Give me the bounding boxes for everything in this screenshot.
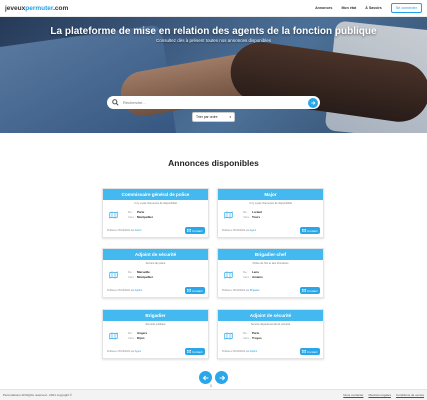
mail-icon — [187, 289, 192, 292]
listing-meta: Publiée le 05/10/2021 par Adjoint — [222, 350, 258, 353]
nav-link-annonces[interactable]: Annonces — [315, 6, 332, 10]
footer-link-contact[interactable]: Nous contacter — [343, 393, 363, 397]
contact-button[interactable]: Contact — [299, 287, 320, 294]
listing-to: Vers :Montpellier — [128, 215, 154, 219]
listing-subtitle: Service départemental de sécurité — [250, 323, 291, 326]
listing-to: Vers :Montpellier — [128, 275, 154, 279]
map-icon — [224, 271, 233, 279]
listing-meta: Publiée le 05/10/2021 par Admin — [107, 229, 142, 232]
listing-meta: Publiée le 05/10/2021 par Agent — [107, 350, 142, 353]
page-number: 1 — [210, 384, 212, 388]
top-navbar: jeveuxpermuter.com Annonces Mon état À S… — [0, 0, 427, 17]
listing-meta: Publiée le 05/10/2021 par Agent — [222, 229, 257, 232]
footer: Permutations All Rights reserved - 2021 … — [0, 389, 427, 400]
login-button[interactable]: Se connecter — [390, 3, 422, 13]
listing-meta: Publiée le 05/10/2021 par Brigadier — [222, 289, 260, 292]
contact-button[interactable]: Contact — [184, 287, 205, 294]
chevron-down-icon: ▾ — [229, 115, 231, 119]
footer-link-mentions[interactable]: Mentions légales — [368, 393, 391, 397]
listing-card[interactable]: Adjoint de sécurité Service de police De :… — [102, 248, 209, 298]
arrow-left-icon — [202, 375, 208, 380]
map-icon — [224, 211, 233, 219]
listing-card[interactable]: Brigadier Sécurité publique De : Angers Vers… — [102, 309, 209, 359]
listing-title: Adjoint de sécurité — [103, 249, 208, 260]
listing-subtitle: Police de l'Air et des Frontières — [252, 262, 289, 265]
footer-copyright: Permutations All Rights reserved - 2021 … — [3, 393, 72, 397]
map-icon — [109, 211, 118, 219]
listing-title: Major — [218, 189, 323, 200]
prev-page-button[interactable] — [199, 371, 212, 384]
nav-link-a-savoirs[interactable]: À Savoirs — [365, 6, 382, 10]
hero-subtitle: Consultez dès à présent toutes nos annon… — [155, 38, 272, 43]
mail-icon — [187, 229, 192, 232]
search-arrow-icon — [311, 100, 316, 105]
contact-button[interactable]: Contact — [299, 227, 320, 234]
search-bar — [107, 96, 320, 109]
map-icon — [224, 332, 233, 340]
sort-select[interactable]: Trier par ordre ▾ — [192, 112, 235, 122]
arrow-right-icon — [219, 375, 225, 380]
mail-icon — [302, 289, 307, 292]
listing-to: Vers :Dijon — [128, 336, 145, 340]
contact-button[interactable]: Contact — [184, 227, 205, 234]
search-submit-button[interactable] — [308, 97, 318, 108]
footer-link-conditions[interactable]: Conditions de ventes — [396, 393, 424, 397]
listing-subtitle: Sécurité publique — [145, 323, 166, 326]
listing-card[interactable]: Commissaire général de police Il n'y a pa… — [102, 188, 209, 238]
next-page-button[interactable] — [215, 371, 228, 384]
mail-icon — [302, 350, 307, 353]
listing-meta: Publiée le 05/10/2021 par Adjoint — [107, 289, 143, 292]
listing-to: Vers :Troyes — [243, 336, 262, 340]
section-title: Annonces disponibles — [168, 158, 259, 168]
listing-subtitle: Il n'y a pas d'annonce de disponibilité — [249, 202, 292, 205]
site-logo[interactable]: jeveuxpermuter.com — [5, 5, 68, 12]
listing-title: Brigadier-chef — [218, 249, 323, 260]
hero-title: La plateforme de mise en relation des ag… — [50, 26, 377, 37]
listing-subtitle: Il n'y a pas d'annonce de disponibilité — [134, 202, 177, 205]
listing-card[interactable]: Brigadier-chef Police de l'Air et des Fro… — [217, 248, 324, 298]
contact-button[interactable]: Contact — [299, 348, 320, 355]
listing-subtitle: Service de police — [145, 262, 166, 265]
listing-to: Vers :Tours — [243, 215, 261, 219]
nav-link-mon-etat[interactable]: Mon état — [341, 6, 356, 10]
footer-links: Nous contacter Mentions légales Conditio… — [343, 393, 424, 397]
listing-title: Commissaire général de police — [103, 189, 208, 200]
contact-button[interactable]: Contact — [184, 348, 205, 355]
mail-icon — [302, 229, 307, 232]
search-input[interactable] — [123, 100, 308, 105]
nav-links: Annonces Mon état À Savoirs Se connecter — [315, 3, 422, 13]
mail-icon — [187, 350, 192, 353]
listing-to: Vers :Amiens — [243, 275, 263, 279]
listing-title: Brigadier — [103, 310, 208, 321]
map-icon — [109, 332, 118, 340]
listing-title: Adjoint de sécurité — [218, 310, 323, 321]
listing-card[interactable]: Adjoint de sécurité Service départemental… — [217, 309, 324, 359]
map-icon — [109, 271, 118, 279]
search-icon — [112, 99, 119, 106]
listing-card[interactable]: Major Il n'y a pas d'annonce de disponibi… — [217, 188, 324, 238]
